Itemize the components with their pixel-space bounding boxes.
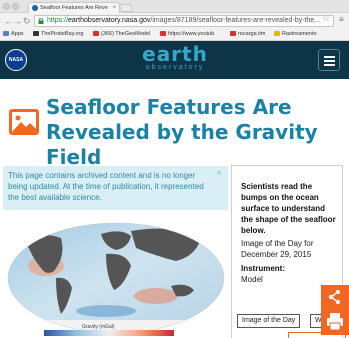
- window-close-button[interactable]: [3, 3, 10, 10]
- bookmark-rastreamento[interactable]: Rastreamento: [274, 29, 317, 40]
- share-icon: [328, 289, 341, 305]
- ship-icon: [33, 31, 39, 36]
- bookmark-youtube[interactable]: https://www.youtub: [160, 29, 214, 40]
- url-path: /images/87189/seafloor-features-are-reve…: [150, 17, 321, 24]
- tim-icon: [230, 31, 236, 36]
- youtube-icon: [160, 31, 166, 36]
- print-button[interactable]: [321, 309, 349, 335]
- url-host: earthobservatory.nasa.gov: [68, 17, 151, 24]
- tab-close-icon[interactable]: ×: [112, 3, 116, 13]
- instrument-label: Instrument:: [241, 264, 285, 273]
- instrument-value: Model: [241, 275, 263, 284]
- bookmark-label: recarga tim: [238, 31, 266, 37]
- site-header: NASA earth observatory: [0, 41, 349, 79]
- bookmark-apps[interactable]: Apps: [3, 29, 24, 40]
- share-button[interactable]: [321, 285, 349, 309]
- image-date: Image of the Day for December 29, 2015: [241, 239, 314, 259]
- bookmark-piratebay[interactable]: ThePirateBay.org: [33, 29, 83, 40]
- bookmark-recarga-tim[interactable]: recarga tim: [230, 29, 266, 40]
- browser-tab[interactable]: Seafloor Features Are Reve ×: [28, 2, 120, 13]
- bookmark-thegeomodel[interactable]: (366) TheGeoModel: [93, 29, 150, 40]
- lock-icon: [38, 18, 44, 24]
- apps-grid-icon: [3, 31, 9, 36]
- tag-image-of-the-day[interactable]: Image of the Day: [237, 314, 301, 328]
- bookmark-label: (366) TheGeoModel: [101, 31, 151, 37]
- browser-titlebar: Seafloor Features Are Reve ×: [0, 0, 349, 13]
- gravity-colorbar: [44, 330, 174, 336]
- gravity-map-image[interactable]: [6, 216, 226, 332]
- archive-notice: This page contains archived content and …: [3, 166, 228, 210]
- new-tab-button[interactable]: [118, 4, 134, 12]
- bookmark-label: Apps: [11, 31, 24, 37]
- earth-observatory-logo[interactable]: earth observatory: [130, 44, 220, 76]
- archive-notice-text: This page contains archived content and …: [8, 171, 204, 202]
- page-title: Seafloor Features Are Revealed by the Gr…: [46, 95, 318, 169]
- forward-arrow-icon[interactable]: →: [13, 15, 22, 27]
- hamburger-menu-icon[interactable]: [318, 49, 340, 71]
- browser-menu-icon[interactable]: ≡: [339, 15, 344, 24]
- window-minimize-button[interactable]: [12, 3, 19, 10]
- nasa-logo[interactable]: NASA: [5, 49, 27, 71]
- reload-icon[interactable]: ↻: [23, 15, 31, 27]
- bookmarks-bar: Apps ThePirateBay.org (366) TheGeoModel …: [0, 29, 349, 41]
- bookmark-label: ThePirateBay.org: [41, 31, 84, 37]
- browser-toolbar: ← → ↻ https://earthobservatory.nasa.gov/…: [0, 13, 349, 29]
- url-scheme: https://: [47, 17, 69, 24]
- nasa-favicon-icon: [32, 5, 38, 11]
- back-arrow-icon[interactable]: ←: [4, 15, 13, 27]
- image-summary: Scientists read the bumps on the ocean s…: [241, 182, 336, 235]
- image-icon: [9, 109, 39, 135]
- bookmark-star-icon[interactable]: ☆: [322, 13, 330, 24]
- bookmark-label: Rastreamento: [282, 31, 317, 37]
- bookmark-label: https://www.youtub: [168, 31, 215, 37]
- youtube-icon: [93, 31, 99, 36]
- address-bar[interactable]: https://earthobservatory.nasa.gov/images…: [34, 15, 334, 27]
- logo-earth-word: earth: [142, 42, 208, 66]
- print-icon: [327, 313, 343, 331]
- tracking-icon: [274, 31, 280, 36]
- tab-title: Seafloor Features Are Reve: [40, 5, 108, 11]
- notice-close-icon[interactable]: ×: [216, 168, 222, 179]
